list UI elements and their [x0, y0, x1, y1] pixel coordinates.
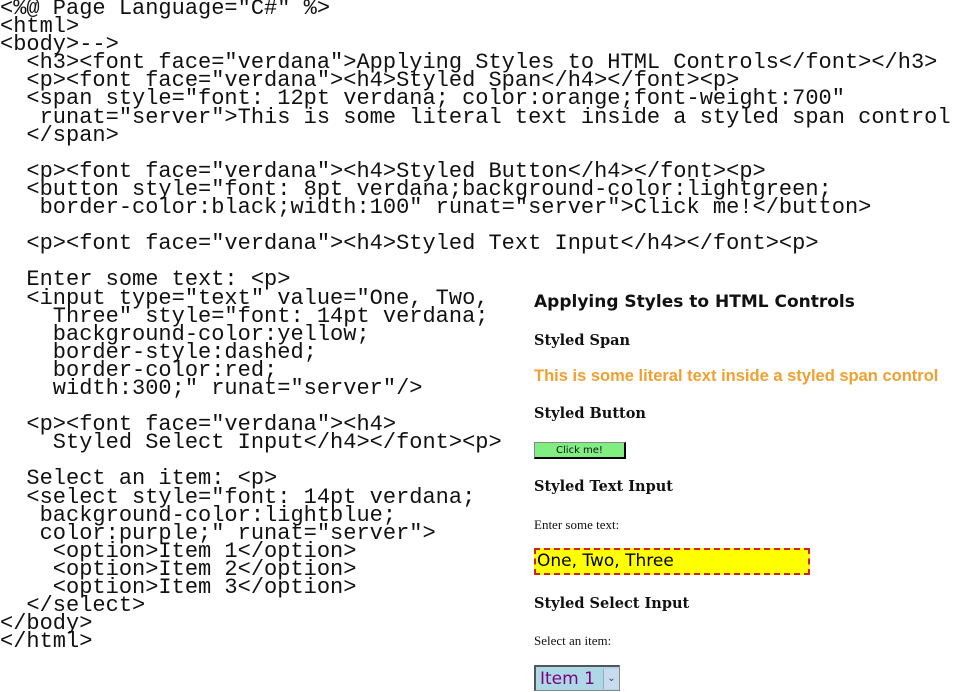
- chevron-down-icon[interactable]: ⌄: [603, 668, 619, 689]
- code-line: <%@ Page Language="C#" %>: [0, 0, 331, 21]
- styled-span-heading: Styled Span: [534, 332, 631, 349]
- code-line: <p><font face="verdana"><h4>Styled Text …: [0, 231, 819, 257]
- rendered-preview: Applying Styles to HTML Controls Styled …: [522, 284, 959, 692]
- click-me-button[interactable]: Click me!: [534, 442, 626, 459]
- code-line: runat="server">This is some literal text…: [0, 104, 951, 130]
- page-title: Applying Styles to HTML Controls: [534, 292, 855, 312]
- select-value: Item 1: [540, 668, 595, 689]
- code-line: border-color:black;width:100" runat="ser…: [0, 195, 872, 221]
- styled-select[interactable]: Item 1 ⌄: [534, 665, 620, 691]
- styled-span-text: This is some literal text inside a style…: [534, 367, 939, 385]
- select-label: Select an item:: [534, 633, 612, 648]
- text-input-label: Enter some text:: [534, 517, 620, 532]
- styled-button-heading: Styled Button: [534, 405, 646, 422]
- styled-text-input[interactable]: One, Two, Three: [534, 548, 810, 575]
- styled-select-heading: Styled Select Input: [534, 595, 690, 612]
- styled-text-input-heading: Styled Text Input: [534, 478, 673, 495]
